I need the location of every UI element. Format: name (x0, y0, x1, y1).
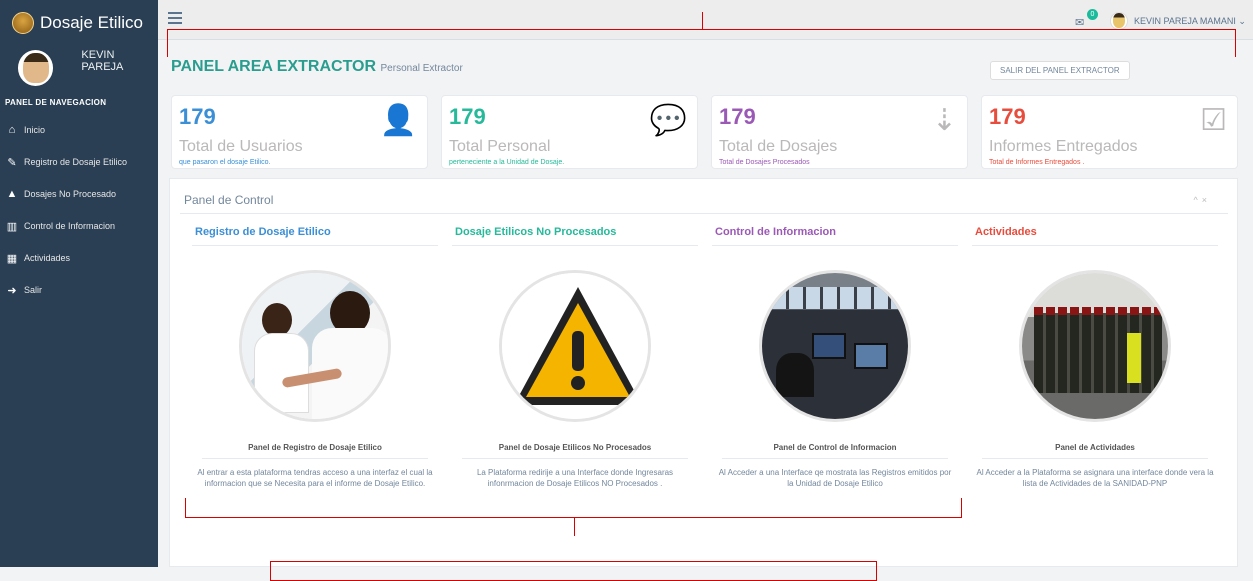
stat-number: 179 (719, 104, 756, 129)
sort-amount-icon: ⇣ (931, 104, 957, 137)
profile-name: KEVIN PAREJA (81, 49, 124, 73)
page-title-text: PANEL AREA EXTRACTOR (171, 58, 377, 75)
page-title: PANEL AREA EXTRACTOR Personal Extractor (171, 58, 463, 76)
stat-number: 179 (449, 104, 486, 129)
stat-tile: 179 Informes Entregados Total de Informe… (981, 95, 1238, 169)
collapse-icon[interactable]: ^ (1194, 195, 1202, 205)
stat-description: Total de Informes Entregados . (989, 159, 1085, 166)
sidebar-item-label: Inicio (24, 125, 46, 135)
column-caption: Panel de Control de Informacion (773, 443, 897, 452)
column-caption: Panel de Registro de Dosaje Etilico (248, 443, 382, 452)
column-title[interactable]: Registro de Dosaje Etilico (192, 216, 438, 246)
column-title[interactable]: Control de Informacion (712, 216, 958, 246)
avatar (18, 50, 54, 86)
home-icon: ⌂ (8, 124, 16, 136)
panel-controls[interactable]: ^× (1194, 195, 1212, 205)
comments-icon: 💬 (649, 104, 687, 137)
notification-badge: 0 (1087, 9, 1098, 20)
column-title[interactable]: Actividades (972, 216, 1218, 246)
exit-panel-button[interactable]: SALIR DEL PANEL EXTRACTOR (990, 61, 1130, 80)
stat-number: 179 (989, 104, 1026, 129)
avatar (1110, 12, 1128, 30)
bar-chart-icon: ▥ (6, 220, 18, 233)
user-menu-label: KEVIN PAREJA MAMANI ⌄ (1134, 15, 1246, 26)
stat-label: Total de Dosajes (719, 138, 838, 155)
column-description: La Plataforma redirije a una Interface d… (476, 468, 674, 488)
main-content: PANEL AREA EXTRACTOR Personal Extractor … (158, 41, 1253, 567)
stat-description: Total de Dosajes Procesados (719, 159, 810, 166)
sidebar-item-1[interactable]: ✎ Registro de Dosaje Etilico (0, 146, 158, 178)
stat-tile: 179 Total Personal perteneciente a la Un… (441, 95, 698, 169)
stat-label: Informes Entregados (989, 138, 1138, 155)
column-description: Al Acceder a la Plataforma se asignara u… (976, 468, 1214, 488)
page-subtitle: Personal Extractor (380, 63, 463, 74)
table-icon: ▦ (6, 252, 18, 265)
edit-icon: ✎ (7, 156, 17, 169)
column-title[interactable]: Dosaje Etilicos No Procesados (452, 216, 698, 246)
column-caption: Panel de Actividades (1055, 443, 1135, 452)
envelope-icon[interactable]: ✉ (1075, 16, 1084, 29)
control-room-photo[interactable] (759, 270, 911, 422)
stat-description: que pasaron el dosaje Etilico. (179, 159, 271, 166)
sidebar-item-label: Dosajes No Procesado (24, 189, 117, 199)
panel-column: Control de Informacion Panel de Control … (712, 216, 958, 489)
sidebar-item-label: Actividades (24, 253, 71, 263)
sidebar: Dosaje Etilico KEVIN PAREJA PANEL DE NAV… (0, 0, 158, 567)
stat-tile: 179 Total de Dosajes Total de Dosajes Pr… (711, 95, 968, 169)
stat-description: perteneciente a la Unidad de Dosaje. (449, 159, 565, 166)
sidebar-item-2[interactable]: ▲ Dosajes No Procesado (0, 178, 158, 210)
brand-title: Dosaje Etilico (40, 12, 143, 32)
brand-logo-icon (12, 11, 34, 34)
panel-column: Registro de Dosaje Etilico Panel de Regi… (192, 216, 438, 489)
panel-title: Panel de Control (184, 193, 274, 207)
sign-out-icon: ➜ (7, 284, 17, 297)
control-panel: Panel de Control ^× Registro de Dosaje E… (169, 178, 1238, 567)
panel-column: Actividades Panel de Actividades Al Acce… (972, 216, 1218, 489)
sidebar-item-0[interactable]: ⌂ Inicio (0, 114, 158, 146)
sidebar-item-3[interactable]: ▥ Control de Informacion (0, 210, 158, 242)
stat-number: 179 (179, 104, 216, 129)
blood-draw-photo[interactable] (239, 270, 391, 422)
user-icon: 👤 (379, 104, 417, 137)
police-formation-photo[interactable] (1019, 270, 1171, 422)
sidebar-item-label: Registro de Dosaje Etilico (24, 157, 128, 167)
stat-label: Total Personal (449, 138, 551, 155)
column-description: Al Acceder a una Interface qe mostrata l… (718, 468, 952, 488)
sidebar-item-label: Control de Informacion (24, 221, 116, 231)
close-icon[interactable]: × (1202, 195, 1211, 205)
topbar: ✉ 0 KEVIN PAREJA MAMANI ⌄ (158, 0, 1253, 40)
stat-tile: 179 Total de Usuarios que pasaron el dos… (171, 95, 428, 169)
check-square-icon: ☑ (1200, 104, 1227, 137)
brand[interactable]: Dosaje Etilico (0, 0, 158, 45)
menu-toggle-icon[interactable] (168, 12, 182, 24)
user-menu[interactable]: KEVIN PAREJA MAMANI ⌄ (1110, 12, 1246, 30)
sidebar-item-label: Salir (24, 285, 43, 295)
column-description: Al entrar a esta plataforma tendras acce… (197, 468, 433, 488)
profile: KEVIN PAREJA (0, 45, 158, 91)
sidebar-item-5[interactable]: ➜ Salir (0, 274, 158, 306)
panel-column: Dosaje Etilicos No Procesados Panel de D… (452, 216, 698, 489)
sidebar-item-4[interactable]: ▦ Actividades (0, 242, 158, 274)
warning-sign-image[interactable] (499, 270, 651, 422)
warning-icon: ▲ (6, 188, 18, 200)
nav-title: PANEL DE NAVEGACION (5, 98, 107, 107)
stat-label: Total de Usuarios (179, 138, 303, 155)
column-caption: Panel de Dosaje Etilicos No Procesados (498, 443, 652, 452)
